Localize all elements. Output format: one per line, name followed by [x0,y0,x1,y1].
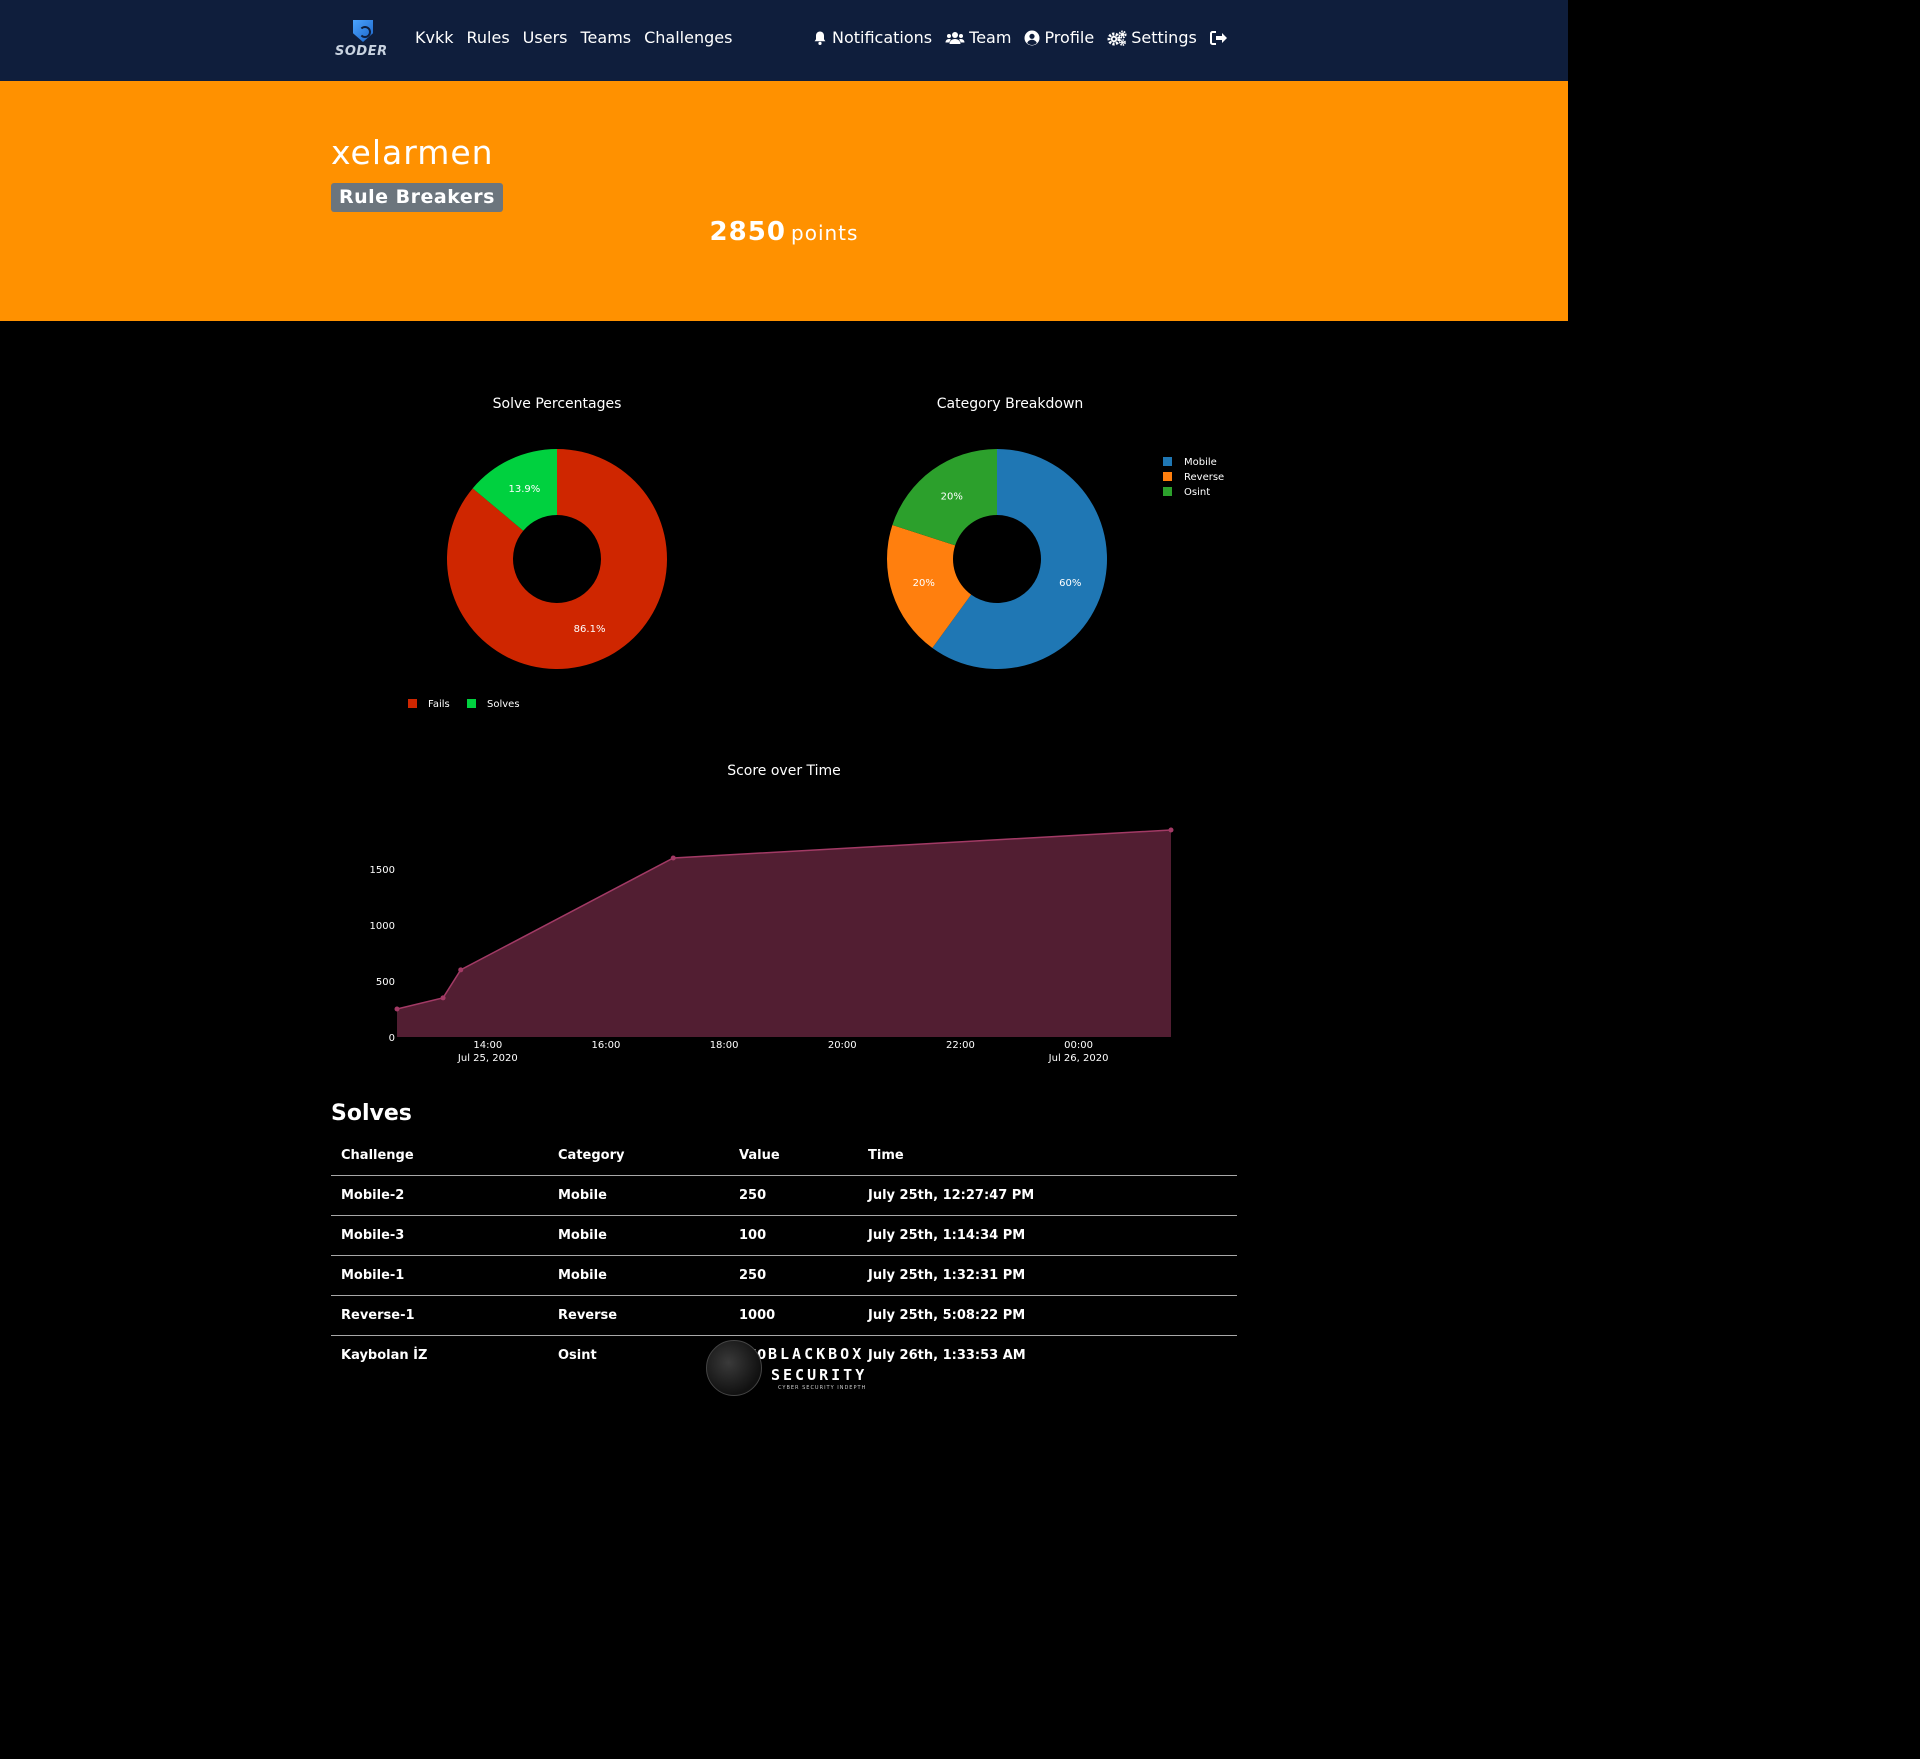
globe-icon [706,1340,762,1396]
x-tick-date: Jul 25, 2020 [457,1053,518,1064]
legend-label-fails[interactable]: Fails [428,699,450,710]
value-cell: 100 [729,1215,858,1256]
slice-percent-label: 20% [913,578,935,589]
x-tick-label: 00:00 [1064,1040,1093,1051]
x-axis-ticks: 14:00 Jul 25, 2020 16:00 18:00 20:00 22:… [457,1040,1109,1064]
x-tick-label: 14:00 [473,1040,502,1051]
value-cell: 250 [729,1175,858,1216]
time-cell: July 25th, 12:27:47 PM [858,1175,1237,1216]
challenge-link[interactable]: Mobile-2 [331,1175,548,1216]
category-breakdown-pie: 60% 20% 20% [887,449,1107,669]
watermark-line3: CYBER SECURITY INDEPTH [778,1385,867,1391]
watermark-line2: SECURITY [771,1366,868,1384]
challenge-link[interactable]: Reverse-1 [331,1295,548,1336]
x-tick-label: 18:00 [710,1040,739,1051]
category-cell: Mobile [548,1255,729,1296]
legend-swatch-fails[interactable] [408,699,417,708]
y-tick-label: 1500 [370,865,395,876]
table-row: Reverse-1 Reverse 1000 July 25th, 5:08:2… [331,1295,1237,1336]
category-legend: Mobile Reverse Osint [1163,457,1224,498]
category-cell: Reverse [548,1295,729,1336]
chart-title: Score over Time [727,763,841,779]
category-cell: Mobile [548,1215,729,1256]
legend-swatch-solves[interactable] [467,699,476,708]
table-row: Mobile-1 Mobile 250 July 25th, 1:32:31 P… [331,1255,1237,1296]
solve-legend: Fails Solves [408,699,520,710]
time-cell: July 25th, 1:32:31 PM [858,1255,1237,1296]
score-point[interactable] [440,995,446,1001]
time-cell: July 26th, 1:33:53 AM [868,1348,1026,1363]
slice-percent-label: 86.1% [574,624,606,635]
blackbox-security-watermark: BLACKBOX SECURITY CYBER SECURITY INDEPTH [706,1340,866,1400]
solve-percentages-pie: 86.1% 13.9% [446,449,667,669]
column-header-category: Category [548,1136,729,1176]
slice-percent-label: 60% [1059,578,1081,589]
x-tick-label: 16:00 [592,1040,621,1051]
solve-percentages-chart: Solve Percentages 86.1% 13.9% Fails Solve… [408,396,667,710]
time-cell: July 25th, 1:14:34 PM [858,1215,1237,1256]
table-row: Mobile-3 Mobile 100 July 25th, 1:14:34 P… [331,1215,1237,1256]
challenge-link[interactable]: Mobile-3 [331,1215,548,1256]
value-cell: 250 [729,1255,858,1296]
x-tick-date: Jul 26, 2020 [1048,1053,1109,1064]
legend-label-reverse[interactable]: Reverse [1184,472,1224,483]
x-tick-label: 20:00 [828,1040,857,1051]
time-cell: July 25th, 5:08:22 PM [858,1295,1237,1336]
table-row: Mobile-2 Mobile 250 July 25th, 12:27:47 … [331,1175,1237,1216]
slice-percent-label: 20% [941,492,963,503]
legend-swatch-reverse[interactable] [1163,472,1172,481]
y-axis-ticks: 0 500 1000 1500 [370,865,395,1044]
y-tick-label: 0 [389,1033,395,1044]
value-cell: 1000 [729,1295,858,1336]
column-header-time: Time [858,1136,1237,1176]
column-header-challenge: Challenge [331,1136,548,1176]
score-point[interactable] [458,967,464,973]
legend-label-mobile[interactable]: Mobile [1184,457,1217,468]
x-tick-label: 22:00 [946,1040,975,1051]
legend-label-osint[interactable]: Osint [1184,487,1210,498]
challenge-link[interactable]: Mobile-1 [331,1255,548,1296]
y-tick-label: 500 [376,977,395,988]
charts-area: Solve Percentages 86.1% 13.9% Fails Solve… [370,396,1225,1064]
solves-heading: Solves [331,1101,412,1126]
score-area-fill [397,830,1171,1037]
score-point[interactable] [1168,827,1174,833]
legend-label-solves[interactable]: Solves [487,699,520,710]
score-over-time-chart: Score over Time 0 500 1000 1500 14:00 Ju… [370,763,1174,1064]
category-breakdown-chart: Category Breakdown 60% 20% 20% Mobile Reve… [887,396,1224,669]
chart-title: Category Breakdown [937,396,1084,412]
score-point[interactable] [670,855,676,861]
slice-percent-label: 13.9% [509,484,541,495]
chart-title: Solve Percentages [493,396,622,412]
challenge-link[interactable]: Kaybolan İZ [331,1336,548,1376]
score-area-plot [394,827,1174,1037]
y-tick-label: 1000 [370,921,395,932]
category-cell: Mobile [548,1175,729,1216]
legend-swatch-mobile[interactable] [1163,457,1172,466]
table-header-row: Challenge Category Value Time [331,1136,1237,1176]
score-point[interactable] [394,1006,400,1012]
legend-swatch-osint[interactable] [1163,487,1172,496]
watermark-line1: BLACKBOX [768,1345,865,1363]
category-cell: Osint [558,1348,597,1363]
column-header-value: Value [729,1136,858,1176]
